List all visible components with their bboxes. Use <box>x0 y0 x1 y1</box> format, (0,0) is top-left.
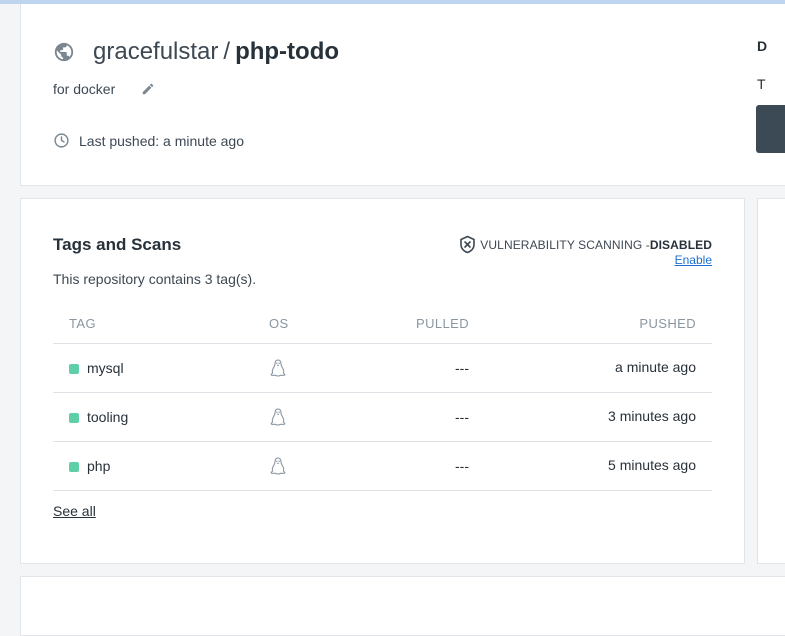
status-dot <box>69 413 79 423</box>
shield-x-icon <box>459 235 476 254</box>
repo-name: php-todo <box>235 38 340 65</box>
last-pushed-text: Last pushed: a minute ago <box>79 132 245 149</box>
tags-count-text: This repository contains 3 tag(s). <box>53 271 257 287</box>
table-row[interactable]: tooling --- 3 minutes ago <box>53 393 712 442</box>
repo-description-row: for docker <box>53 81 155 97</box>
side-info-card <box>757 198 785 564</box>
table-row[interactable]: mysql --- a minute ago <box>53 344 712 393</box>
tag-pulled: --- <box>455 409 469 425</box>
tag-pushed: 3 minutes ago <box>608 408 696 424</box>
vulnerability-scanning-status: VULNERABILITY SCANNING - DISABLED <box>459 235 712 254</box>
tag-pushed: a minute ago <box>615 359 696 375</box>
tags-title: Tags and Scans <box>53 235 182 254</box>
linux-icon <box>268 358 288 378</box>
repo-header-card: gracefulstar / php-todo for docker Last … <box>20 4 785 186</box>
vulnerability-scanning-state: DISABLED <box>649 237 712 252</box>
globe-icon <box>53 41 75 63</box>
tags-and-scans-card: Tags and Scans This repository contains … <box>20 198 745 564</box>
tags-table: TAG OS PULLED PUSHED mysql --- a minute … <box>53 305 712 491</box>
last-pushed-row: Last pushed: a minute ago <box>53 132 244 149</box>
side-panel-button[interactable] <box>756 105 785 153</box>
column-header-pulled: PULLED <box>416 316 469 331</box>
see-all-link[interactable]: See all <box>53 503 96 519</box>
vulnerability-scanning-label: VULNERABILITY SCANNING - <box>480 237 650 252</box>
tag-pulled: --- <box>455 360 469 376</box>
side-panel-heading: D <box>757 38 768 54</box>
edit-description-pencil-icon[interactable] <box>141 82 155 96</box>
tag-name[interactable]: tooling <box>87 409 128 425</box>
column-header-os: OS <box>269 316 289 331</box>
repo-description: for docker <box>53 81 116 97</box>
tag-pulled: --- <box>455 458 469 474</box>
repo-separator: / <box>223 38 231 65</box>
tag-name[interactable]: php <box>87 458 110 474</box>
status-dot <box>69 462 79 472</box>
tag-name[interactable]: mysql <box>87 360 124 376</box>
repo-namespace[interactable]: gracefulstar <box>93 38 218 66</box>
tag-pushed: 5 minutes ago <box>608 457 696 473</box>
side-panel-text: T <box>757 76 766 92</box>
linux-icon <box>268 456 288 476</box>
table-row[interactable]: php --- 5 minutes ago <box>53 442 712 491</box>
clock-icon <box>53 132 70 149</box>
column-header-tag: TAG <box>69 316 96 331</box>
enable-scanning-link[interactable]: Enable <box>675 253 712 267</box>
status-dot <box>69 364 79 374</box>
repo-title: gracefulstar / php-todo <box>53 38 339 66</box>
column-header-pushed: PUSHED <box>639 316 696 331</box>
tags-table-header: TAG OS PULLED PUSHED <box>53 305 712 344</box>
linux-icon <box>268 407 288 427</box>
bottom-card <box>20 576 785 636</box>
